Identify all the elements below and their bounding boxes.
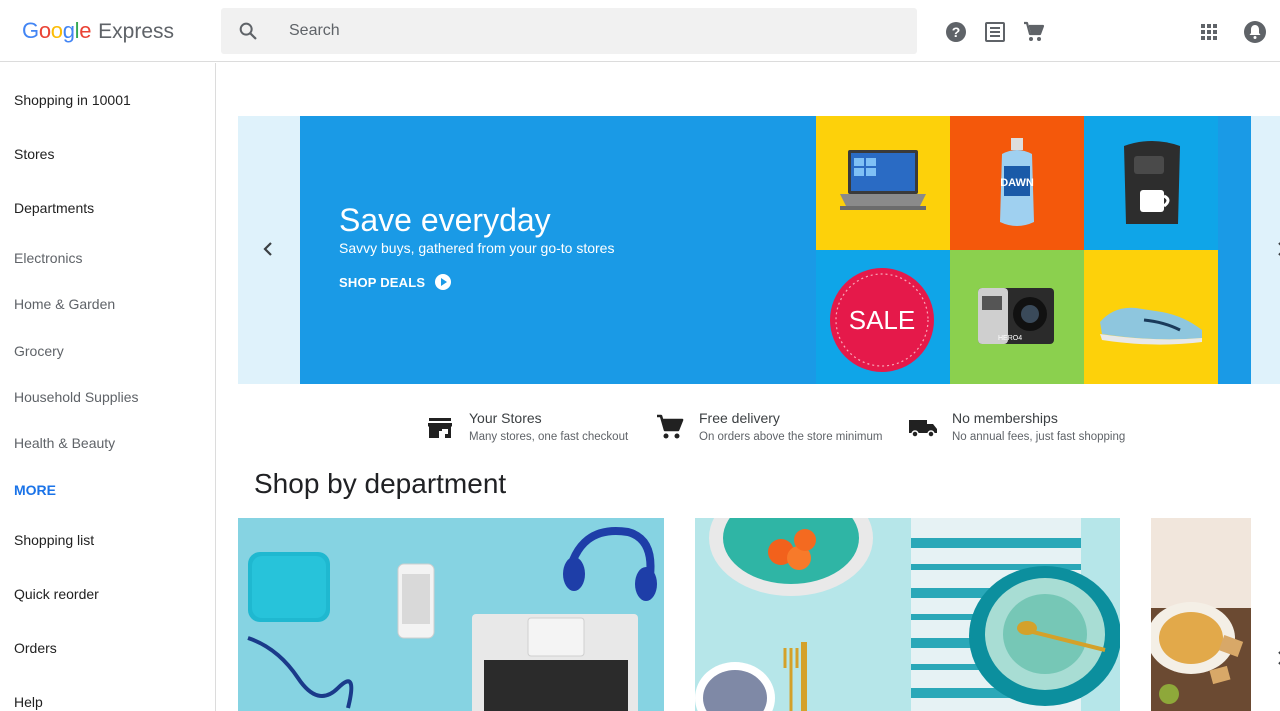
nav-shopping-list[interactable]: Shopping list [14,531,94,549]
shop-deals-link[interactable]: SHOP DEALS [339,274,452,290]
electronics-image [238,518,664,711]
coffee-maker-tile [1084,116,1218,250]
store-icon [428,418,452,438]
feature-title: Your Stores [469,410,542,426]
home-garden-image [695,518,1120,711]
feature-title: No memberships [952,410,1058,426]
nav-more-departments[interactable]: MORE [14,481,56,499]
feature-no-memberships: No memberships No annual fees, just fast… [908,408,1148,448]
sale-text: SALE [849,305,916,335]
nav-dept-grocery[interactable]: Grocery [14,342,64,360]
feature-your-stores: Your Stores Many stores, one fast checko… [425,408,645,448]
promo-banner[interactable]: Save everyday Savvy buys, gathered from … [300,116,1251,384]
nav-stores[interactable]: Stores [14,145,54,163]
cart-icon [657,414,684,439]
logo-google-text: Google [22,18,92,43]
action-camera-icon: HERO4 [978,288,1054,344]
notifications-icon[interactable] [1243,20,1267,44]
apps-grid-icon[interactable] [1197,20,1221,44]
carousel-prev-icon[interactable] [258,239,278,259]
sneaker-icon [1100,307,1202,345]
bottle-label: DAWN [1000,177,1034,189]
department-next-peek [1251,518,1280,711]
help-icon[interactable]: ? [944,20,968,44]
nav-dept-home-garden[interactable]: Home & Garden [14,295,115,313]
camera-label: HERO4 [998,335,1022,342]
shop-by-department-heading: Shop by department [254,468,507,499]
feature-title: Free delivery [699,410,780,426]
sale-badge: SALE [830,268,934,372]
nav-dept-health-beauty[interactable]: Health & Beauty [14,434,115,452]
nav-departments[interactable]: Departments [14,199,94,217]
feature-subtitle: Many stores, one fast checkout [469,431,629,443]
google-express-logo[interactable]: Google Express [22,17,174,46]
nav-dept-electronics[interactable]: Electronics [14,249,82,267]
laptop-tile [816,116,950,250]
search-bar[interactable] [221,8,917,54]
home-garden-card[interactable] [695,518,1120,711]
banner-subtitle: Savvy buys, gathered from your go-to sto… [339,240,615,256]
nav-quick-reorder[interactable]: Quick reorder [14,585,99,603]
shop-deals-label: SHOP DEALS [339,274,426,290]
sneaker-tile [1084,250,1218,384]
location-selector[interactable]: Shopping in 10001 [14,91,131,109]
camera-tile: HERO4 [950,250,1084,384]
search-icon[interactable] [237,20,259,42]
coffee-maker-icon [1124,141,1180,224]
department-next-icon[interactable] [1272,648,1280,668]
carousel-next-icon[interactable] [1272,239,1280,259]
truck-icon [909,420,937,438]
feature-subtitle: On orders above the store minimum [699,431,883,443]
laptop-icon [840,150,926,210]
nav-orders[interactable]: Orders [14,639,57,657]
feature-subtitle: No annual fees, just fast shopping [952,431,1126,443]
top-app-bar: Google Express ? [0,0,1280,62]
banner-title: Save everyday [339,202,551,238]
sale-tile: SALE [816,250,950,384]
dish-soap-icon: DAWN [1000,138,1034,226]
dish-soap-tile: DAWN [950,116,1084,250]
grocery-image [1151,518,1251,711]
nav-help[interactable]: Help [14,693,43,711]
svg-text:?: ? [952,24,961,40]
orders-list-icon[interactable] [983,20,1007,44]
cart-icon[interactable] [1022,20,1046,44]
nav-dept-household-supplies[interactable]: Household Supplies [14,388,139,406]
feature-free-delivery: Free delivery On orders above the store … [655,408,895,448]
play-circle-icon [435,274,452,290]
electronics-card[interactable] [238,518,664,711]
search-input[interactable] [289,8,889,54]
left-navigation: Shopping in 10001 Stores Departments Ele… [0,63,216,711]
grocery-card[interactable] [1151,518,1251,711]
logo-express-text: Express [98,20,175,43]
